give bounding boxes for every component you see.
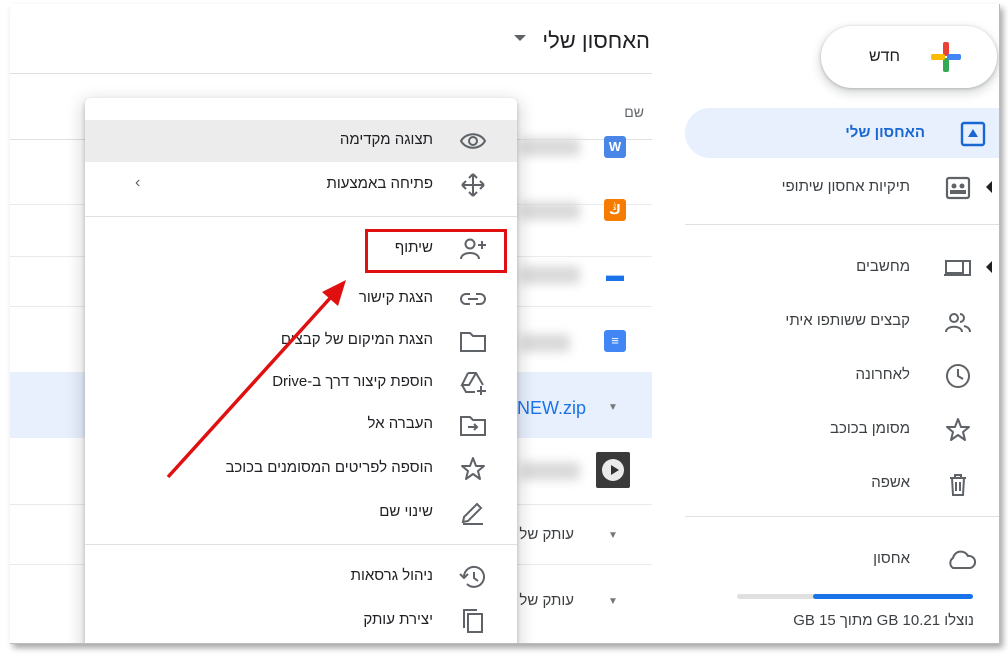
drive-window: האחסון שלי שם W ڭ ▬ ≡ NEW.zip ▼ עותק של … [10,4,1000,644]
annotation-arrow [166,280,346,479]
